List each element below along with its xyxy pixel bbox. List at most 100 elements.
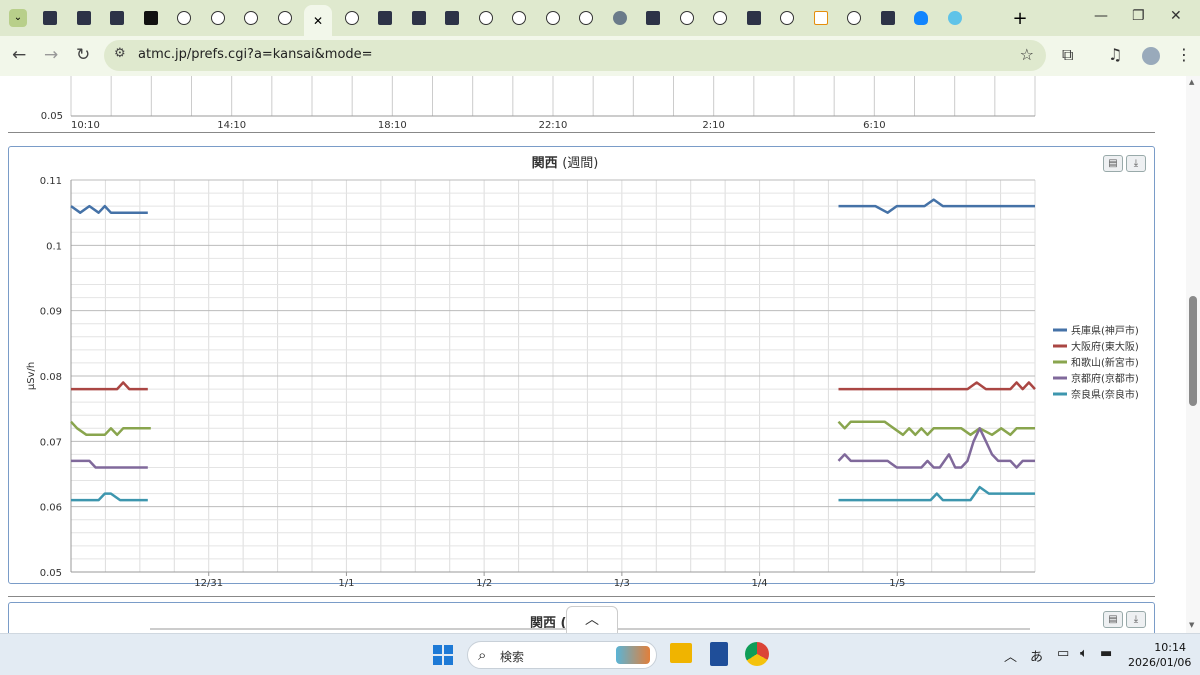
weekly-line-chart: 関西 (週間) 0.11 0.1 0.09 0.08 0.07 0.06 0.05 μSv/h 1…: [26, 156, 1139, 589]
y-tick-label: 0.07: [40, 437, 62, 448]
browser-tab[interactable]: [673, 5, 701, 31]
site-favicon-icon: [646, 11, 660, 25]
tray-chevron-icon[interactable]: ︿: [1004, 646, 1017, 665]
restore-icon[interactable]: ❐: [1132, 8, 1145, 24]
browser-tab[interactable]: [237, 5, 265, 31]
extensions-icon[interactable]: ⧉: [1062, 45, 1073, 65]
media-control-icon[interactable]: ♫: [1108, 45, 1122, 64]
file-explorer-icon[interactable]: [670, 643, 692, 663]
x-tick-label: 12/31: [194, 578, 223, 589]
browser-tab[interactable]: [505, 5, 533, 31]
browser-tab[interactable]: [103, 5, 131, 31]
chart-title-main: 関西: [532, 156, 563, 171]
top-x-tick-label: 14:10: [217, 120, 246, 131]
new-tab-button[interactable]: +: [1006, 5, 1034, 31]
series-line: [71, 492, 148, 502]
amazon-icon: [813, 11, 828, 25]
browser-tab[interactable]: [907, 5, 935, 31]
browser-tab[interactable]: [606, 5, 634, 31]
download-icon-2[interactable]: ⤓: [1126, 611, 1146, 628]
browser-tab[interactable]: [204, 5, 232, 31]
battery-icon[interactable]: ▬: [1100, 646, 1112, 661]
browser-tab[interactable]: [405, 5, 433, 31]
series-line: [70, 204, 148, 214]
scrollbar-thumb[interactable]: [1189, 296, 1197, 406]
y-axis-label: μSv/h: [26, 362, 37, 390]
tab-search-menu[interactable]: ⌄: [4, 5, 32, 31]
series-line: [71, 381, 148, 391]
browser-tab[interactable]: [338, 5, 366, 31]
top-x-tick-label: 10:10: [71, 120, 100, 131]
x-tick-label: 1/2: [476, 578, 492, 589]
chart-title-suffix: (週間): [562, 156, 598, 171]
y-tick-label: 0.1: [46, 241, 62, 252]
os-taskbar: ⌕ 検索 ︿ あ ▭ 🔈︎ ▬ 10:14 2026/01/06: [0, 633, 1200, 675]
y-tick-label: 0.05: [40, 568, 62, 579]
ime-indicator[interactable]: あ: [1030, 646, 1043, 665]
browser-tab[interactable]: [874, 5, 902, 31]
volume-icon[interactable]: 🔈︎: [1080, 646, 1088, 661]
browser-tab[interactable]: [70, 5, 98, 31]
legend-label: 和歌山(新宮市): [1071, 356, 1139, 369]
site-favicon-icon: [880, 11, 895, 25]
taskbar-search[interactable]: ⌕ 検索: [467, 641, 657, 669]
x-tick-label: 1/4: [752, 578, 768, 589]
legend-label: 京都府(京都市): [1071, 372, 1139, 385]
forward-icon[interactable]: →: [44, 45, 58, 65]
top-x-tick-label: 18:10: [378, 120, 407, 131]
favicon-icon: [512, 11, 526, 25]
y-tick-label: 0.08: [40, 372, 62, 383]
browser-tab[interactable]: [137, 5, 165, 31]
profile-avatar[interactable]: [1142, 47, 1160, 65]
browser-tab[interactable]: [807, 5, 835, 31]
reload-icon[interactable]: ↻: [76, 45, 90, 65]
scroll-up-arrow-icon[interactable]: ▲: [1189, 78, 1194, 86]
legend-label: 兵庫県(神戸市): [1071, 324, 1139, 337]
browser-tab[interactable]: [371, 5, 399, 31]
site-favicon-icon: [110, 11, 124, 25]
series-line: [71, 459, 148, 469]
network-icon[interactable]: ▭: [1057, 646, 1069, 661]
browser-tab[interactable]: [840, 5, 868, 31]
browser-tab[interactable]: [706, 5, 734, 31]
browser-tab[interactable]: [438, 5, 466, 31]
system-clock[interactable]: 10:14 2026/01/06: [1128, 640, 1191, 670]
back-icon[interactable]: ←: [12, 45, 26, 65]
search-placeholder: 検索: [500, 650, 525, 664]
y-tick-label: 0.09: [40, 307, 62, 318]
legend-label: 大阪府(東大阪): [1071, 340, 1139, 353]
favicon-icon: [679, 11, 694, 25]
browser-tab[interactable]: [472, 5, 500, 31]
browser-tab[interactable]: [539, 5, 567, 31]
browser-tab[interactable]: [36, 5, 64, 31]
top-y-tick-label: 0.05: [41, 111, 63, 122]
tab-strip: ⌄ ✕ + — ❐ ✕: [0, 0, 1200, 36]
chrome-icon[interactable]: [745, 642, 769, 666]
browser-tab[interactable]: [740, 5, 768, 31]
globe-icon: [612, 11, 627, 25]
scroll-down-arrow-icon[interactable]: ▼: [1189, 621, 1194, 629]
browser-tab[interactable]: ✕: [304, 5, 332, 36]
browser-tab[interactable]: [271, 5, 299, 31]
chevron-down-icon: ⌄: [9, 9, 27, 27]
notepad-icon[interactable]: [710, 642, 728, 666]
browser-tab[interactable]: [572, 5, 600, 31]
address-bar[interactable]: ⚙ atmc.jp/prefs.cgi?a=kansai&mode= ☆: [104, 40, 1046, 71]
browser-tab[interactable]: [639, 5, 667, 31]
site-info-icon[interactable]: ⚙: [114, 46, 126, 61]
vertical-scrollbar[interactable]: ▲ ▼: [1186, 76, 1200, 633]
menu-kebab-icon[interactable]: ⋮: [1176, 45, 1192, 64]
window-close-icon[interactable]: ✕: [1170, 8, 1182, 24]
print-icon-2[interactable]: ▤: [1103, 611, 1123, 628]
browser-tab[interactable]: [170, 5, 198, 31]
favicon-icon: [277, 11, 292, 25]
windows-start-icon[interactable]: [433, 645, 453, 665]
top-x-tick-label: 22:10: [539, 120, 568, 131]
x-tick-label: 1/5: [889, 578, 905, 589]
bookmark-star-icon[interactable]: ☆: [1020, 45, 1034, 64]
scroll-up-button[interactable]: ︿: [566, 606, 618, 634]
page-viewport: 0.05 10:10 14:10 18:10 22:10 2:10 6:10 ▤ ⤓ 関西 …: [0, 76, 1186, 633]
browser-tab[interactable]: [941, 5, 969, 31]
browser-tab[interactable]: [773, 5, 801, 31]
minimize-icon[interactable]: —: [1094, 8, 1108, 24]
